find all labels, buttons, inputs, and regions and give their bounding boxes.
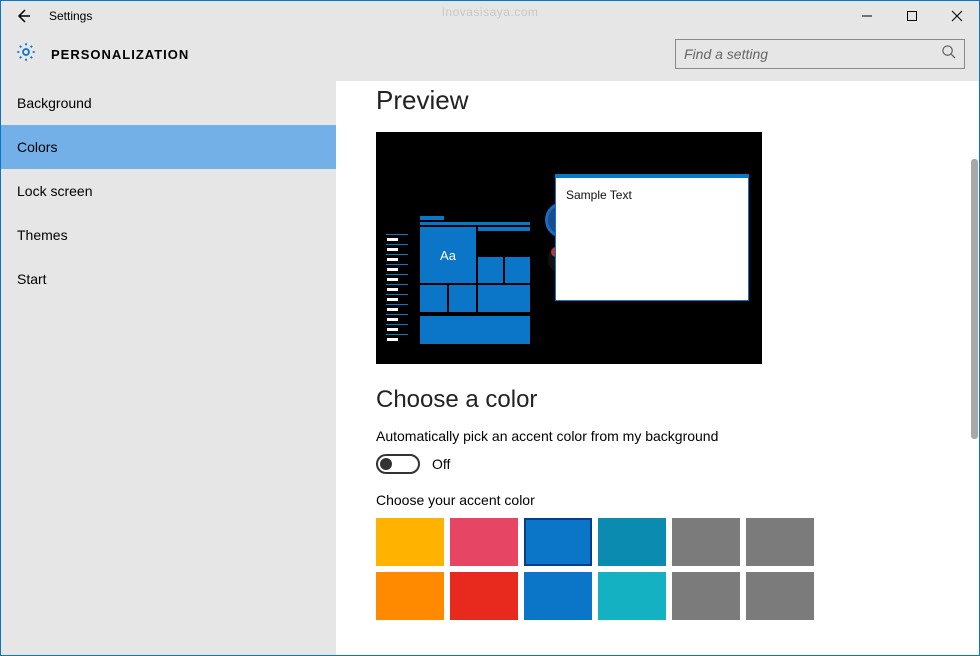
color-swatch[interactable]: [598, 518, 666, 566]
preview-tile-aa: Aa: [420, 227, 476, 283]
color-swatch[interactable]: [598, 572, 666, 620]
search-icon: [941, 44, 956, 64]
color-swatch[interactable]: [376, 572, 444, 620]
main-content: Preview: [336, 81, 979, 655]
search-input[interactable]: [684, 46, 941, 62]
preview-sample-text: Sample Text: [556, 178, 748, 212]
sidebar-item-label: Themes: [17, 227, 68, 243]
sidebar-item-background[interactable]: Background: [1, 81, 336, 125]
close-button[interactable]: [934, 1, 979, 31]
color-swatch[interactable]: [450, 572, 518, 620]
color-swatch[interactable]: [524, 572, 592, 620]
sidebar-item-label: Colors: [17, 139, 57, 155]
sidebar-item-themes[interactable]: Themes: [1, 213, 336, 257]
preview-start-tiles: Aa: [420, 216, 532, 346]
sidebar-item-lockscreen[interactable]: Lock screen: [1, 169, 336, 213]
back-button[interactable]: [11, 4, 35, 28]
settings-window: Inovasisaya.com Settings PERSON: [0, 0, 980, 656]
maximize-icon: [906, 10, 918, 22]
color-swatch[interactable]: [450, 518, 518, 566]
minimize-button[interactable]: [844, 1, 889, 31]
search-box[interactable]: [675, 39, 965, 69]
main-inner: Preview: [336, 81, 979, 655]
sidebar-item-colors[interactable]: Colors: [1, 125, 336, 169]
toggle-knob: [380, 458, 392, 470]
sidebar: Background Colors Lock screen Themes Sta…: [1, 81, 336, 655]
header-band: PERSONALIZATION: [1, 31, 979, 81]
window-title: Settings: [49, 9, 92, 23]
preview-start-list: [386, 234, 408, 344]
section-title: PERSONALIZATION: [51, 47, 189, 62]
gear-icon: [15, 41, 37, 68]
color-swatch[interactable]: [746, 518, 814, 566]
accent-color-label: Choose your accent color: [376, 492, 939, 508]
color-swatch[interactable]: [672, 572, 740, 620]
minimize-icon: [861, 10, 873, 22]
sidebar-item-label: Lock screen: [17, 183, 92, 199]
preview-sample-window: Sample Text: [555, 174, 749, 301]
color-swatch[interactable]: [746, 572, 814, 620]
sidebar-item-label: Background: [17, 95, 92, 111]
toggle-state-label: Off: [432, 456, 450, 472]
autopick-toggle[interactable]: [376, 454, 420, 474]
color-swatch[interactable]: [672, 518, 740, 566]
window-controls: [844, 1, 979, 31]
preview-heading: Preview: [376, 85, 939, 116]
color-swatch[interactable]: [524, 518, 592, 566]
sidebar-item-label: Start: [17, 271, 47, 287]
preview-box: Aa: [376, 132, 762, 364]
choose-color-heading: Choose a color: [376, 386, 939, 414]
titlebar-left: Settings: [1, 4, 92, 28]
body: Background Colors Lock screen Themes Sta…: [1, 81, 979, 655]
arrow-left-icon: [15, 8, 31, 24]
swatch-row: [376, 572, 939, 620]
swatch-row: [376, 518, 939, 566]
watermark-text: Inovasisaya.com: [442, 5, 539, 19]
close-icon: [951, 10, 963, 22]
maximize-button[interactable]: [889, 1, 934, 31]
accent-swatch-grid: [376, 518, 939, 620]
sidebar-item-start[interactable]: Start: [1, 257, 336, 301]
autopick-label: Automatically pick an accent color from …: [376, 428, 939, 444]
color-swatch[interactable]: [376, 518, 444, 566]
header-left: PERSONALIZATION: [15, 41, 189, 68]
autopick-toggle-row: Off: [376, 454, 939, 474]
